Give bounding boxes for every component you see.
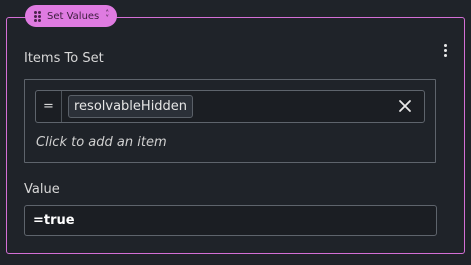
items-list: = resolvableHidden Click to add an item bbox=[24, 79, 436, 163]
items-to-set-label: Items To Set bbox=[24, 51, 104, 66]
add-item-link[interactable]: Click to add an item bbox=[36, 135, 167, 150]
item-row[interactable]: = resolvableHidden bbox=[35, 90, 425, 123]
set-values-tag[interactable]: Set Values ˄ ˅ bbox=[25, 5, 118, 27]
value-field[interactable]: =true bbox=[24, 205, 437, 236]
collapse-toggle-icon[interactable]: ˄ ˅ bbox=[105, 10, 109, 23]
tag-label: Set Values bbox=[47, 10, 100, 22]
more-options-icon[interactable] bbox=[440, 42, 450, 58]
drag-handle-icon[interactable] bbox=[34, 10, 41, 22]
close-icon[interactable] bbox=[396, 97, 414, 115]
operator-toggle[interactable]: = bbox=[36, 91, 62, 122]
value-label: Value bbox=[24, 182, 60, 197]
item-chip[interactable]: resolvableHidden bbox=[68, 95, 194, 118]
